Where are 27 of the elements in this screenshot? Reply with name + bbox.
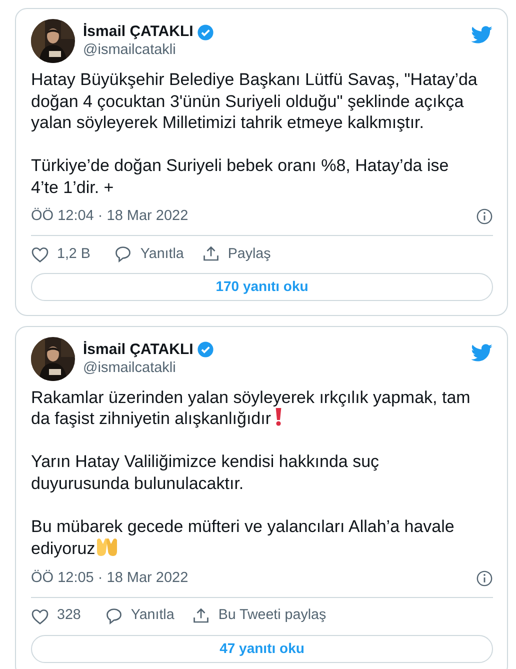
tweet-text: Rakamlar üzerinden yalan söyleyerek ırkçılık yapmak, tam da faşist zihniyetin alışkanlığıdır: [31, 388, 470, 428]
timestamp-link[interactable]: ÖÖ 12:04 · 18 Mar 2022: [31, 206, 188, 228]
author-handle[interactable]: @ismailcatakli: [83, 358, 471, 377]
tweet-text: Türkiye’de doğan Suriyeli bebek oranı %8, Hatay’da ise 4’te 1’dir. +: [31, 155, 450, 198]
reply-button[interactable]: Yanıtla: [114, 244, 184, 265]
share-icon: [192, 607, 210, 625]
share-button[interactable]: Paylaş: [202, 244, 271, 265]
like-button[interactable]: 1,2 B: [31, 244, 90, 265]
timestamp-link[interactable]: ÖÖ 12:05 · 18 Mar 2022: [31, 568, 188, 590]
like-button[interactable]: 328: [31, 605, 81, 627]
speech-bubble-icon: [104, 607, 123, 625]
share-icon: [202, 245, 220, 264]
author-name[interactable]: İsmail ÇATAKLI: [83, 340, 194, 359]
tweet-text: Hatay Büyükşehir Belediye Başkanı Lütfü Savaş, "Hatay’da doğan 4 çocuktan 3'ünün Suriyeli olduğu" şeklinde açıkça yalan söyleyerek Milletimizi tahrik etmeye kalkmıştır.: [31, 69, 478, 134]
bird-icon[interactable]: [471, 26, 493, 44]
author-handle[interactable]: @ismailcatakli: [83, 41, 471, 59]
heart-icon: [31, 608, 49, 624]
speech-bubble-icon: [114, 245, 132, 264]
tweet-text: Bu mübarek gecede müfteri ve yalancıları Allah’a havale ediyoruz: [31, 516, 454, 558]
author-name[interactable]: İsmail ÇATAKLI: [83, 23, 194, 41]
share-button[interactable]: Bu Tweeti paylaş: [192, 605, 326, 627]
heart-icon: [31, 246, 49, 263]
reply-button[interactable]: Yanıtla: [104, 605, 174, 627]
info-icon[interactable]: [476, 570, 493, 588]
tweet-text: Yarın Hatay Valiliğimizce kendisi hakkında suç duyurusunda bulunulacaktır.: [31, 451, 380, 494]
info-icon[interactable]: [476, 208, 493, 226]
bird-icon[interactable]: [471, 344, 493, 362]
